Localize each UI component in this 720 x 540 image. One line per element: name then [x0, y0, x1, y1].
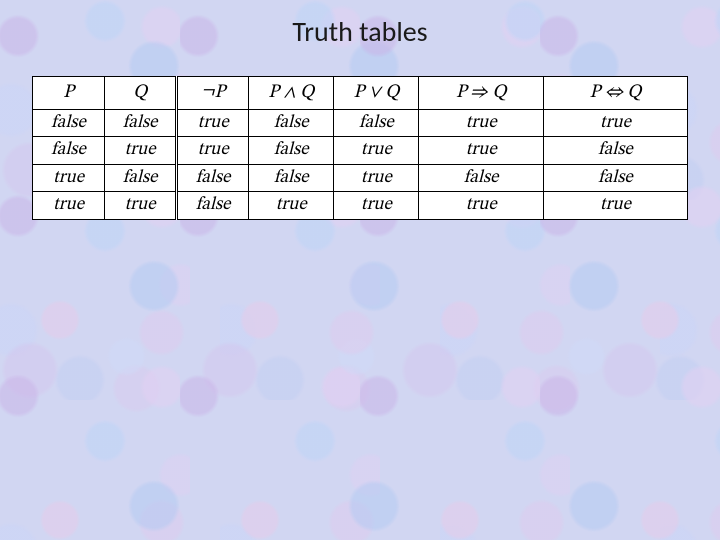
cell-p-or-q: true	[334, 137, 419, 165]
cell-p-and-q: false	[249, 137, 334, 165]
table-row: true true false true true true true	[33, 192, 688, 220]
cell-p-imp-q: true	[419, 192, 543, 220]
cell-q: true	[105, 192, 177, 220]
cell-p-imp-q: true	[419, 109, 543, 137]
cell-p-or-q: true	[334, 192, 419, 220]
cell-q: false	[105, 164, 177, 192]
cell-p-imp-q: false	[419, 164, 543, 192]
cell-p: false	[33, 137, 105, 165]
col-header-p: P	[33, 77, 105, 110]
cell-not-p: true	[177, 109, 249, 137]
cell-q: false	[105, 109, 177, 137]
cell-p-and-q: false	[249, 164, 334, 192]
truth-table-container: P Q ¬P P ∧ Q P ∨ Q P ⇒ Q P ⇔ Q false fal…	[32, 76, 688, 220]
table-header-row: P Q ¬P P ∧ Q P ∨ Q P ⇒ Q P ⇔ Q	[33, 77, 688, 110]
cell-p: false	[33, 109, 105, 137]
cell-q: true	[105, 137, 177, 165]
col-header-p-imp-q: P ⇒ Q	[419, 77, 543, 110]
cell-p-iff-q: true	[543, 109, 687, 137]
cell-p: true	[33, 192, 105, 220]
table-row: false false true false false true true	[33, 109, 688, 137]
col-header-q: Q	[105, 77, 177, 110]
col-header-p-or-q: P ∨ Q	[334, 77, 419, 110]
cell-p: true	[33, 164, 105, 192]
col-header-p-iff-q: P ⇔ Q	[543, 77, 687, 110]
table-row: false true true false true true false	[33, 137, 688, 165]
col-header-p-and-q: P ∧ Q	[249, 77, 334, 110]
cell-p-or-q: false	[334, 109, 419, 137]
cell-not-p: true	[177, 137, 249, 165]
table-row: true false false false true false false	[33, 164, 688, 192]
cell-p-and-q: false	[249, 109, 334, 137]
cell-p-and-q: true	[249, 192, 334, 220]
col-header-not-p: ¬P	[177, 77, 249, 110]
truth-table: P Q ¬P P ∧ Q P ∨ Q P ⇒ Q P ⇔ Q false fal…	[32, 76, 688, 220]
cell-p-iff-q: true	[543, 192, 687, 220]
page-title: Truth tables	[0, 14, 720, 49]
cell-p-iff-q: false	[543, 137, 687, 165]
cell-not-p: false	[177, 164, 249, 192]
cell-p-imp-q: true	[419, 137, 543, 165]
cell-not-p: false	[177, 192, 249, 220]
cell-p-iff-q: false	[543, 164, 687, 192]
cell-p-or-q: true	[334, 164, 419, 192]
